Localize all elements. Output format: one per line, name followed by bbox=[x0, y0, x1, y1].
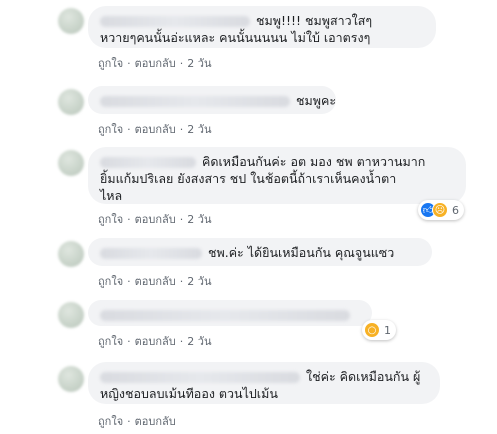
reply-link[interactable]: ตอบกลับ bbox=[135, 210, 176, 228]
timestamp[interactable]: 2 วัน bbox=[187, 332, 211, 350]
avatar[interactable] bbox=[58, 150, 84, 176]
comment-actions: ถูกใจ · ตอบกลับ bbox=[98, 412, 176, 430]
blurred-author-name[interactable] bbox=[100, 248, 202, 259]
comment-text-line: หญิงชอบลบเม้นทีออง ตวนไปเม้น bbox=[100, 386, 278, 401]
like-link[interactable]: ถูกใจ bbox=[98, 54, 123, 72]
comment-bubble: ชพ.ค่ะ ได้ยินเหมือนกัน คุณจูนแซว bbox=[88, 238, 432, 266]
timestamp[interactable]: 2 วัน bbox=[187, 272, 211, 290]
reaction-count: 6 bbox=[452, 203, 459, 217]
like-link[interactable]: ถูกใจ bbox=[98, 120, 123, 138]
reply-link[interactable]: ตอบกลับ bbox=[135, 120, 176, 138]
comment-text-line: ชมพูคะ bbox=[296, 93, 337, 108]
comment-text-line: หวายๆคนนั้นอ่ะแหละ คนนั้นนนนน ไม่ใบ้ เอา… bbox=[100, 30, 371, 45]
sad-icon: ☹ bbox=[432, 202, 448, 218]
comment-text-line: ชพ.ค่ะ ได้ยินเหมือนกัน คุณจูนแซว bbox=[208, 245, 395, 260]
comment-bubble: ชมพู!!!! ชมพูสาวใสๆ หวายๆคนนั้นอ่ะแหละ ค… bbox=[88, 6, 436, 48]
reply-link[interactable]: ตอบกลับ bbox=[135, 272, 176, 290]
like-link[interactable]: ถูกใจ bbox=[98, 412, 123, 430]
comment-text-line: คิดเหมือนกันค่ะ อต มอง ชพ ตาหวานมาก bbox=[202, 154, 426, 169]
avatar[interactable] bbox=[58, 302, 84, 328]
reactions-badge[interactable]: ○ 1 bbox=[362, 320, 396, 340]
comment-bubble: ใช่ค่ะ คิดเหมือนกัน ผู้ หญิงชอบลบเม้นทีอ… bbox=[88, 362, 440, 404]
reply-link[interactable]: ตอบกลับ bbox=[135, 332, 176, 350]
comment-text-line: ไหล bbox=[100, 188, 123, 203]
blurred-author-name[interactable] bbox=[100, 96, 290, 107]
comment-actions: ถูกใจ · ตอบกลับ · 2 วัน bbox=[98, 54, 211, 72]
avatar[interactable] bbox=[58, 89, 84, 115]
comment-bubble bbox=[88, 300, 372, 326]
reactions-badge[interactable]: 👍︎ ☹ 6 bbox=[418, 200, 464, 220]
reaction-count: 1 bbox=[384, 323, 391, 337]
comment-bubble: คิดเหมือนกันค่ะ อต มอง ชพ ตาหวานมาก ยิ้ม… bbox=[88, 147, 466, 204]
blurred-author-name[interactable] bbox=[100, 372, 300, 383]
comment-text-line: ใช่ค่ะ คิดเหมือนกัน ผู้ bbox=[306, 369, 421, 384]
blurred-author-name[interactable] bbox=[100, 16, 250, 27]
comment-actions: ถูกใจ · ตอบกลับ · 2 วัน bbox=[98, 272, 211, 290]
avatar[interactable] bbox=[58, 241, 84, 267]
comment-bubble: ชมพูคะ bbox=[88, 86, 336, 114]
blurred-author-name[interactable] bbox=[100, 157, 196, 168]
avatar[interactable] bbox=[58, 8, 84, 34]
timestamp[interactable]: 2 วัน bbox=[187, 54, 211, 72]
reply-link[interactable]: ตอบกลับ bbox=[135, 54, 176, 72]
comment-text-line: ชมพู!!!! ชมพูสาวใสๆ bbox=[256, 13, 373, 28]
like-link[interactable]: ถูกใจ bbox=[98, 332, 123, 350]
timestamp[interactable]: 2 วัน bbox=[187, 120, 211, 138]
comment-actions: ถูกใจ · ตอบกลับ · 2 วัน bbox=[98, 120, 211, 138]
comment-text-line: ยิ้มแก้มปริเลย ยังสงสาร ชป ในช้อตนี้ถ้าเ… bbox=[100, 171, 397, 186]
comment-actions: ถูกใจ · ตอบกลับ · 2 วัน bbox=[98, 210, 211, 228]
comment-actions: ถูกใจ · ตอบกลับ · 2 วัน bbox=[98, 332, 211, 350]
like-link[interactable]: ถูกใจ bbox=[98, 210, 123, 228]
reply-link[interactable]: ตอบกลับ bbox=[135, 412, 176, 430]
wow-icon: ○ bbox=[364, 322, 380, 338]
like-link[interactable]: ถูกใจ bbox=[98, 272, 123, 290]
blurred-comment-content bbox=[100, 310, 350, 321]
timestamp[interactable]: 2 วัน bbox=[187, 210, 211, 228]
avatar[interactable] bbox=[58, 366, 84, 392]
